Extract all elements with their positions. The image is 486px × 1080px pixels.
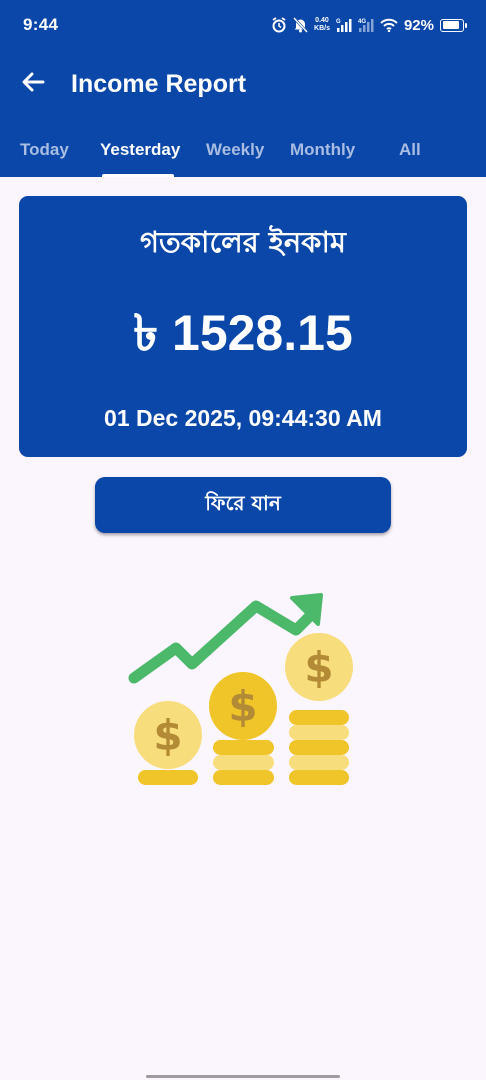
income-summary-card: গতকালের ইনকাম ৳ 1528.15 01 Dec 2025, 09:… [19, 196, 467, 457]
status-icons: 0.40 KB/s G 4G 92% [271, 12, 467, 38]
tab-yesterday[interactable]: Yesterday [100, 140, 180, 160]
status-time: 9:44 [23, 15, 59, 34]
net-speed-value: 0.40 [315, 17, 329, 24]
income-card-title: গতকালের ইনকাম [140, 225, 346, 259]
signal-icon: G [336, 18, 352, 32]
active-tab-indicator [102, 174, 174, 177]
alarm-icon [271, 17, 287, 33]
income-datetime: 01 Dec 2025, 09:44:30 AM [104, 405, 382, 431]
app-bar: 9:44 0.40 KB/s G 4G 92% Income Report To… [0, 0, 486, 177]
tab-weekly[interactable]: Weekly [206, 140, 264, 160]
back-arrow-button[interactable] [18, 66, 50, 98]
svg-text:4G: 4G [358, 19, 366, 25]
svg-text:$: $ [228, 682, 257, 731]
tab-today[interactable]: Today [20, 140, 69, 160]
4g-signal-icon: 4G [358, 18, 374, 32]
battery-icon [440, 18, 467, 32]
go-back-button[interactable]: ফিরে যান [95, 477, 391, 533]
svg-text:G: G [336, 19, 341, 25]
wifi-icon [380, 18, 398, 32]
income-growth-coins-icon: $ $ $ [124, 590, 364, 790]
svg-text:$: $ [153, 711, 182, 760]
battery-fill [442, 21, 460, 29]
tab-all[interactable]: All [399, 140, 421, 160]
arrow-left-icon [22, 72, 45, 92]
tab-monthly[interactable]: Monthly [290, 140, 355, 160]
net-speed-unit: KB/s [314, 25, 330, 32]
status-bar: 9:44 0.40 KB/s G 4G 92% [0, 0, 486, 50]
net-speed: 0.40 KB/s [314, 17, 330, 33]
coin-stack-left: $ [134, 701, 202, 785]
income-amount: ৳ 1528.15 [133, 305, 353, 361]
report-tabs: Today Yesterday Weekly Monthly All [0, 128, 486, 177]
svg-text:$: $ [304, 643, 333, 692]
coin-stack-right: $ [285, 633, 353, 785]
mute-icon [293, 17, 308, 33]
coin-stack-middle: $ [209, 672, 277, 785]
home-indicator[interactable] [146, 1075, 340, 1078]
page-title: Income Report [71, 70, 247, 98]
battery-percent: 92% [403, 16, 434, 34]
